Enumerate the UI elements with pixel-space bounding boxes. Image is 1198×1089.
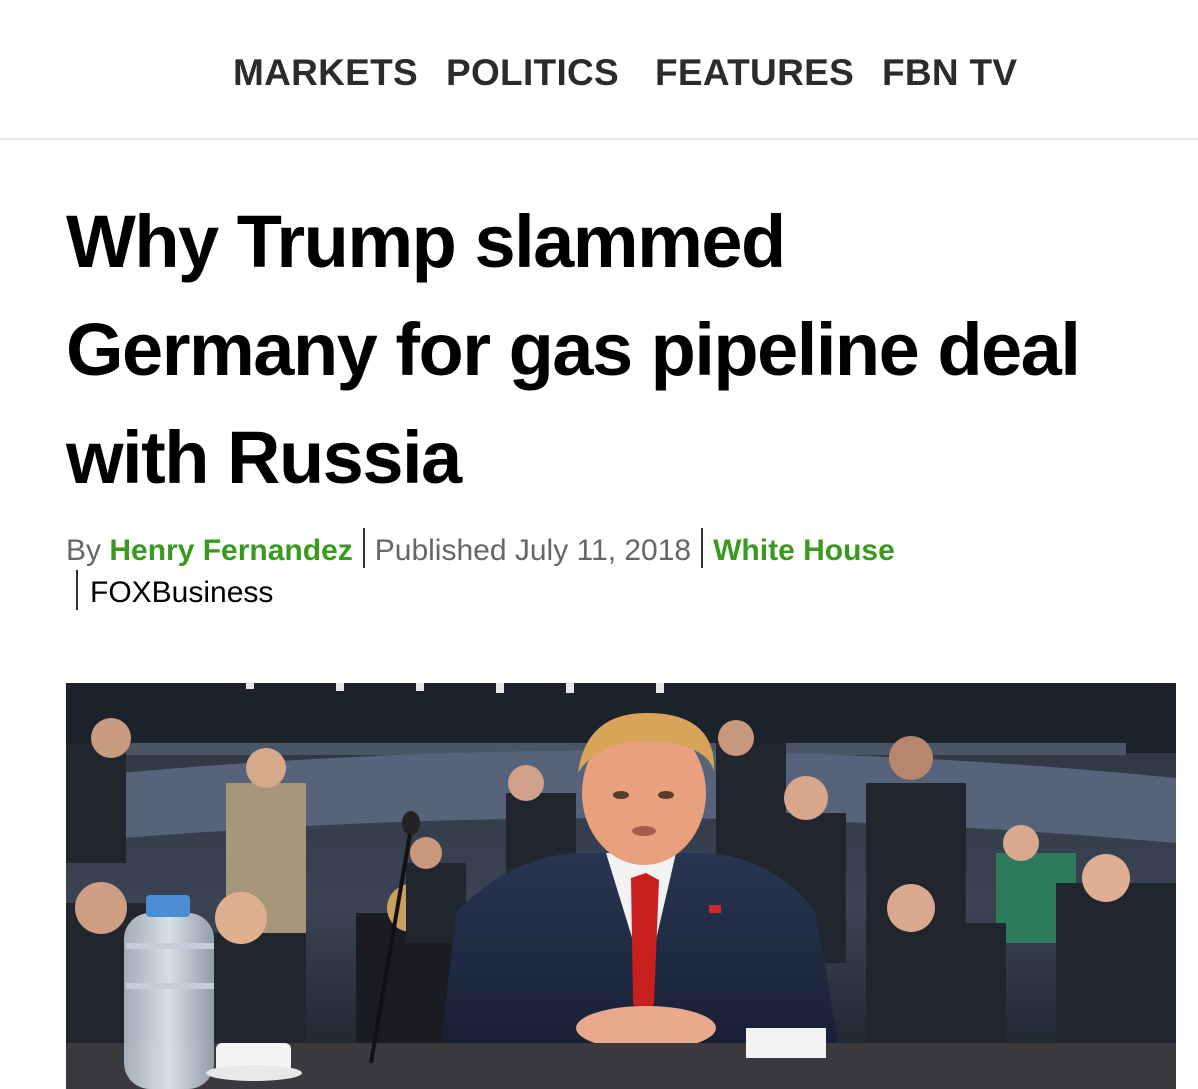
author-link[interactable]: Henry Fernandez (109, 534, 352, 567)
headline-line-1: Why Trump slammed (66, 200, 786, 283)
article-byline: By Henry Fernandez Published July 11, 201… (66, 528, 1166, 572)
nav-item-fbn-tv[interactable]: FBN TV (882, 52, 1017, 94)
headline-line-2: Germany for gas pipeline deal (66, 308, 1081, 391)
byline-source-row: FOXBusiness (76, 570, 273, 614)
nav-item-markets[interactable]: MARKETS (233, 52, 418, 94)
published-date: Published July 11, 2018 (374, 534, 692, 567)
byline-separator (76, 570, 78, 610)
photo-icon (66, 683, 1176, 1089)
byline-prefix: By (66, 534, 102, 567)
headline-line-3: with Russia (66, 416, 462, 499)
byline-separator (701, 528, 704, 568)
nav-item-features[interactable]: FEATURES (655, 52, 854, 94)
article-headline: Why Trump slammed Germany for gas pipelin… (66, 188, 1176, 512)
byline-separator (362, 528, 365, 568)
source-link[interactable]: FOXBusiness (90, 576, 273, 609)
article-hero-photo[interactable] (66, 683, 1176, 1089)
category-link[interactable]: White House (713, 534, 895, 567)
top-navigation: MARKETS POLITICS FEATURES FBN TV (0, 0, 1198, 140)
nav-item-politics[interactable]: POLITICS (446, 52, 619, 94)
